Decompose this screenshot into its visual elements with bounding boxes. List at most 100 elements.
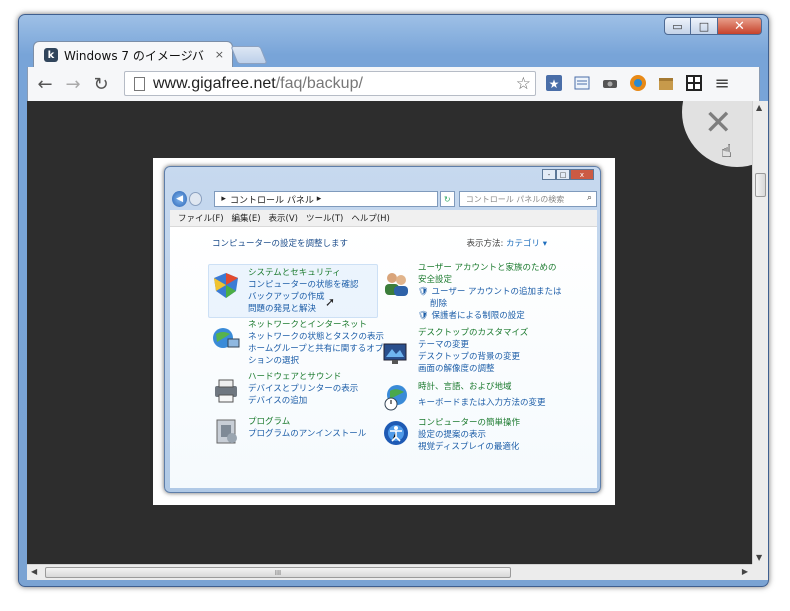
- cp-view-value: カテゴリ ▾: [506, 239, 547, 249]
- cat-link: コンピューターの状態を確認: [248, 280, 359, 290]
- cat-title: プログラム: [248, 417, 291, 427]
- cat-programs: プログラム プログラムのアンインストール: [248, 416, 366, 440]
- cat-title: 時計、言語、および地域: [418, 382, 512, 392]
- cat-link: 削除: [430, 299, 448, 309]
- scroll-corner: [752, 564, 768, 580]
- cat-link: バックアップの作成: [248, 292, 325, 302]
- cat-link-text: 保護者による制限の設定: [431, 311, 525, 321]
- ease-of-access-icon: [384, 421, 408, 445]
- svg-text:★: ★: [549, 77, 560, 91]
- cp-search-icon: ⌕: [586, 193, 592, 203]
- gear-extension-icon[interactable]: [626, 71, 650, 95]
- cat-title: ネットワークとインターネット: [248, 320, 368, 330]
- minimize-button[interactable]: ▭: [664, 17, 691, 35]
- cat-link-text: ユーザー アカウントの追加または: [431, 287, 562, 297]
- vertical-scroll-thumb[interactable]: [755, 173, 766, 197]
- cat-network: ネットワークとインターネット ネットワークの状態とタスクの表示 ホームグループと…: [248, 319, 384, 367]
- cat-desktop: デスクトップのカスタマイズ テーマの変更 デスクトップの背景の変更 画面の解像度…: [418, 327, 528, 375]
- cp-body: コンピューターの設定を調整します 表示方法: カテゴリ ▾ システムとセキュリテ…: [170, 227, 597, 488]
- cp-menu-help: ヘルプ(H): [351, 214, 390, 224]
- horizontal-scrollbar[interactable]: ◀ III ▶: [27, 564, 752, 580]
- cat-link: 問題の発見と解決: [248, 304, 317, 314]
- menu-icon[interactable]: ≡: [710, 71, 734, 95]
- cp-refresh-icon: ↻: [439, 191, 455, 207]
- hand-cursor-icon: ☝: [721, 141, 732, 162]
- bookmark-manager-icon[interactable]: ★: [542, 71, 566, 95]
- address-bar[interactable]: www.gigafree.net/faq/backup/ ☆: [124, 71, 536, 96]
- vertical-scrollbar[interactable]: ▲ ▼: [752, 101, 768, 564]
- overlay-close-button[interactable]: ✕: [682, 101, 752, 167]
- cat-link: キーボードまたは入力方法の変更: [418, 398, 546, 408]
- close-button[interactable]: ✕: [718, 17, 762, 35]
- cat-clock-region: 時計、言語、および地域 キーボードまたは入力方法の変更: [418, 381, 546, 409]
- reload-button[interactable]: ↻: [90, 73, 112, 95]
- horizontal-scroll-thumb[interactable]: III: [45, 567, 511, 578]
- cat-hardware: ハードウェアとサウンド デバイスとプリンターの表示 デバイスの追加: [248, 371, 358, 407]
- bookmark-star-icon[interactable]: ☆: [516, 74, 531, 94]
- cp-address-row: ◀ ▸ コントロール パネル ▸ ↻ コントロール パネルの検索 ⌕: [172, 190, 597, 208]
- programs-icon: [216, 419, 237, 444]
- cp-minimize-icon: -: [542, 169, 556, 180]
- site-favicon-icon: k: [44, 48, 58, 62]
- cat-link: デバイスの追加: [248, 396, 308, 406]
- cat-link: デバイスとプリンターの表示: [248, 384, 359, 394]
- cp-menu-view: 表示(V): [268, 214, 298, 224]
- cat-link: 設定の提案の表示: [418, 430, 487, 440]
- page-content: ✕ ☝ - □ x ◀ ▸ コントロール パネル ▸ ↻ コントロール パネルの…: [27, 101, 752, 564]
- reader-icon[interactable]: [570, 71, 594, 95]
- url-path: /faq/backup/: [275, 74, 363, 92]
- cp-heading: コンピューターの設定を調整します: [212, 239, 349, 249]
- back-button[interactable]: ←: [34, 73, 56, 95]
- grid-extension-icon[interactable]: [682, 71, 706, 95]
- forward-button[interactable]: →: [62, 73, 84, 95]
- cp-search-box: コントロール パネルの検索 ⌕: [458, 191, 597, 207]
- cp-menu-file: ファイル(F): [178, 214, 224, 224]
- cat-link: 画面の解像度の調整: [418, 364, 495, 374]
- hardware-printer-icon: [215, 379, 237, 403]
- cat-link: 🛡 保護者による制限の設定: [418, 311, 525, 321]
- scroll-grip: III: [274, 568, 282, 577]
- clock-region-icon: [384, 385, 407, 411]
- tab-strip: k Windows 7 のイメージバ ×: [29, 39, 758, 68]
- lightbox-image: - □ x ◀ ▸ コントロール パネル ▸ ↻ コントロール パネルの検索 ⌕ …: [153, 158, 615, 505]
- cp-caption-buttons: - □ x: [542, 169, 594, 180]
- cat-link: ネットワークの状態とタスクの表示: [248, 332, 385, 342]
- package-extension-icon[interactable]: [654, 71, 678, 95]
- cat-title-cont: 安全設定: [418, 275, 453, 285]
- cp-back-icon: ◀: [172, 191, 188, 207]
- camera-extension-icon[interactable]: [598, 71, 622, 95]
- cp-menu-edit: 編集(E): [231, 214, 261, 224]
- cp-close-icon: x: [570, 169, 594, 180]
- cat-title: ハードウェアとサウンド: [248, 372, 342, 382]
- cp-menu-bar: ファイル(F) 編集(E) 表示(V) ツール(T) ヘルプ(H): [170, 210, 597, 227]
- tab-close-icon[interactable]: ×: [215, 48, 224, 61]
- cp-mouse-cursor-icon: ➚: [325, 295, 336, 309]
- cat-link: 視覚ディスプレイの最適化: [418, 442, 520, 452]
- extension-icons: ★ ≡: [542, 71, 734, 95]
- cp-view-mode: 表示方法: カテゴリ ▾: [466, 237, 547, 249]
- cat-title: コンピューターの簡単操作: [418, 418, 521, 428]
- scroll-down-icon[interactable]: ▼: [756, 553, 762, 562]
- scroll-left-icon[interactable]: ◀: [31, 567, 37, 576]
- cp-forward-icon: [189, 192, 203, 206]
- url-text: www.gigafree.net/faq/backup/: [153, 75, 363, 93]
- cp-breadcrumb-text: コントロール パネル: [229, 195, 314, 206]
- scroll-up-icon[interactable]: ▲: [756, 103, 762, 112]
- tab-active[interactable]: k Windows 7 のイメージバ ×: [33, 41, 233, 68]
- caption-buttons: ▭ □ ✕: [664, 17, 762, 35]
- cat-title: ユーザー アカウントと家族のための: [418, 263, 557, 273]
- cp-menu-tools: ツール(T): [306, 214, 344, 224]
- cat-title: デスクトップのカスタマイズ: [418, 328, 529, 338]
- system-security-icon: [214, 273, 238, 298]
- toolbar: ← → ↻ www.gigafree.net/faq/backup/ ☆ ★ ≡: [27, 67, 760, 101]
- close-icon[interactable]: ✕: [704, 103, 733, 143]
- url-domain: www.gigafree.net: [153, 74, 276, 92]
- new-tab-button[interactable]: [230, 46, 268, 64]
- cp-view-label: 表示方法:: [466, 239, 504, 249]
- cat-title: システムとセキュリティ: [248, 268, 341, 278]
- scroll-right-icon[interactable]: ▶: [742, 567, 748, 576]
- maximize-button[interactable]: □: [691, 17, 718, 35]
- browser-window: ▭ □ ✕ k Windows 7 のイメージバ × ← → ↻ www.gig…: [18, 14, 769, 587]
- network-icon: [213, 328, 240, 348]
- tab-title: Windows 7 のイメージバ: [64, 48, 204, 63]
